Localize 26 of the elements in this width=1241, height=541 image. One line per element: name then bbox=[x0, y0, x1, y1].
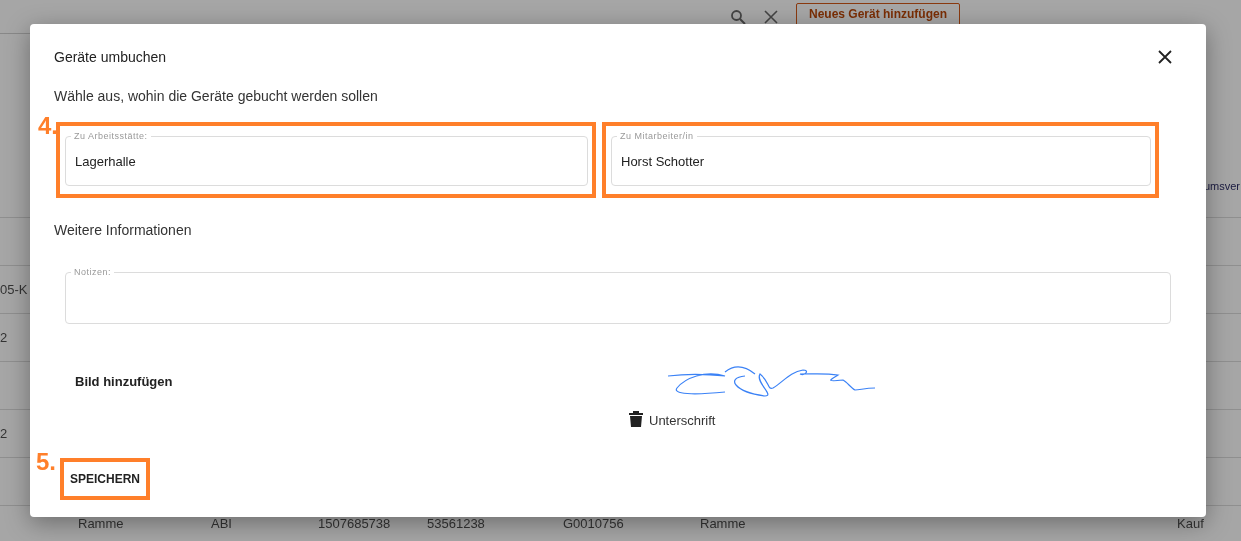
field-label: Notizen: bbox=[71, 266, 115, 278]
table-cell-text: 1507685738 bbox=[318, 515, 392, 531]
instruction-text: Wähle aus, wohin die Geräte gebucht werden sollen bbox=[54, 88, 379, 104]
signature-label: Unterschrift bbox=[649, 413, 716, 428]
table-cell-text: Ramme bbox=[700, 515, 747, 531]
table-cell-text: G0010756 bbox=[563, 515, 625, 531]
step-number: 4. bbox=[38, 114, 58, 138]
field-label: Zu Arbeitsstätte: bbox=[71, 130, 151, 142]
search-icon[interactable] bbox=[730, 8, 746, 25]
close-button[interactable] bbox=[1156, 48, 1174, 66]
table-cell-text: Ramme bbox=[78, 515, 125, 531]
table-cell-text: Kauf bbox=[1177, 515, 1205, 531]
table-cell: 2 bbox=[0, 330, 8, 345]
table-cell-text: 53561238 bbox=[427, 515, 486, 531]
step-number: 5. bbox=[36, 450, 56, 474]
field-label: Zu Mitarbeiter/in bbox=[617, 130, 697, 142]
section-heading: Weitere Informationen bbox=[54, 222, 193, 238]
table-cell: 05-K bbox=[0, 282, 28, 297]
table-cell: 2 bbox=[0, 426, 8, 441]
close-icon bbox=[1158, 50, 1172, 64]
save-button[interactable]: SPEICHERN bbox=[60, 458, 150, 500]
close-icon[interactable] bbox=[764, 9, 778, 24]
trash-icon[interactable] bbox=[629, 410, 643, 428]
dialog-title: Geräte umbuchen bbox=[54, 49, 167, 65]
table-cell-text: ABI bbox=[211, 515, 233, 531]
add-image-button[interactable]: Bild hinzufügen bbox=[75, 374, 173, 389]
